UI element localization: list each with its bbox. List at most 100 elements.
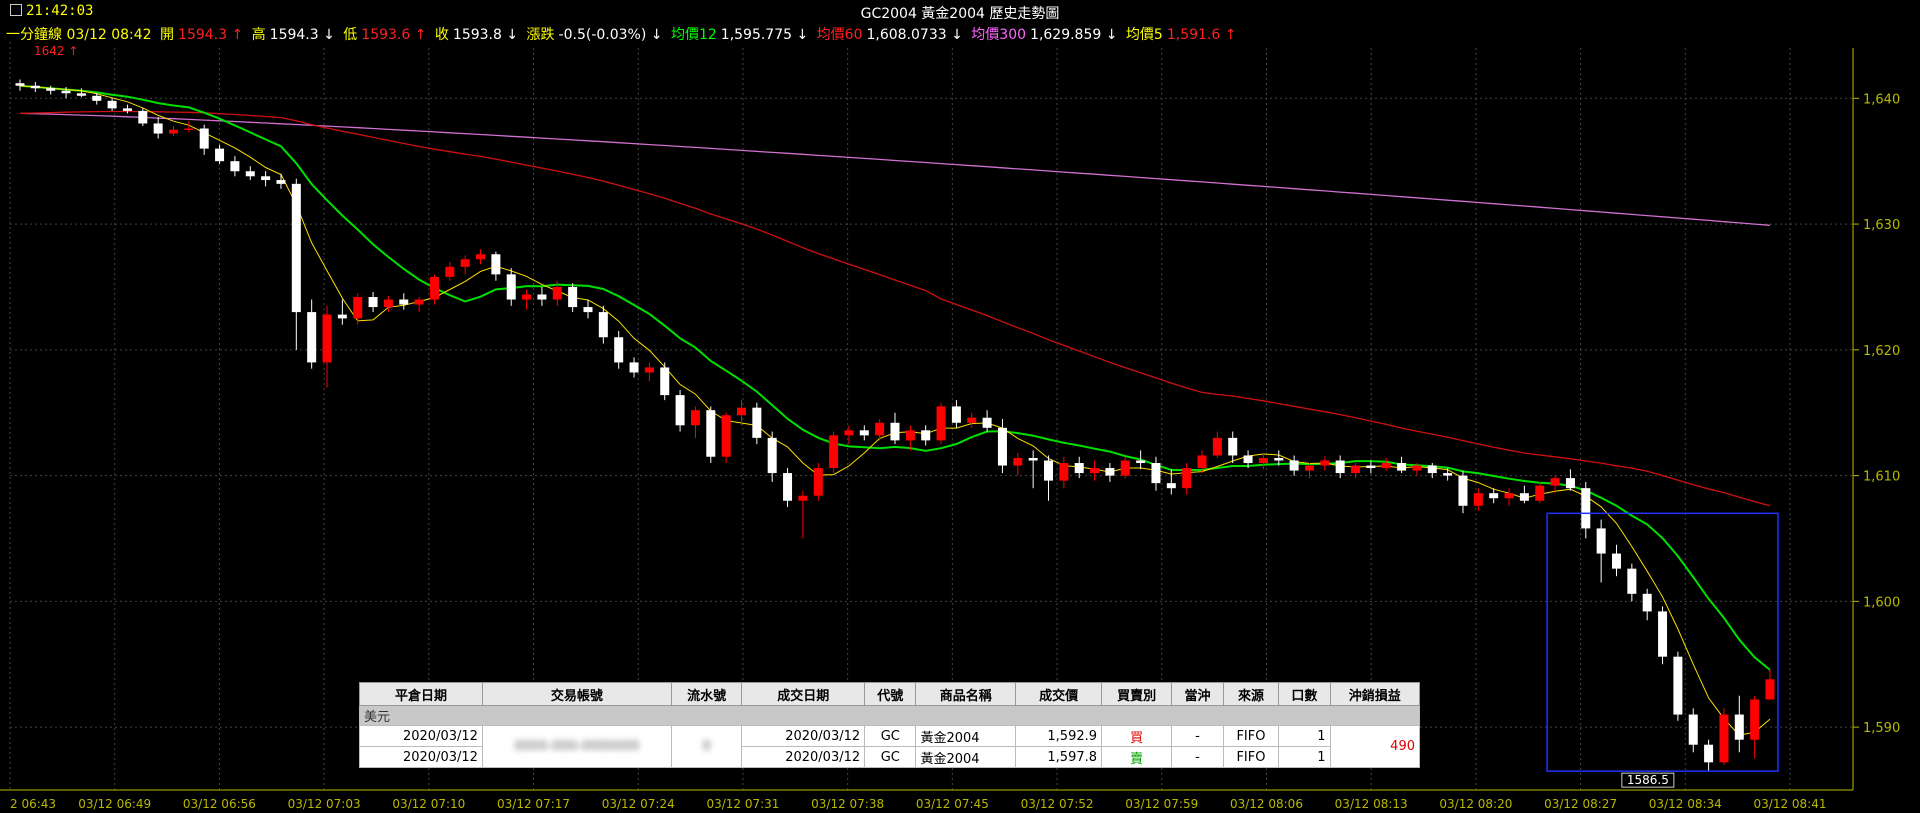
candle-body [1028, 457, 1038, 461]
high-label: 高 [251, 27, 266, 43]
candle-body [276, 180, 286, 184]
candle-body [1397, 463, 1407, 471]
col-account[interactable]: 交易帳號 [481, 682, 672, 706]
x-tick-label: 03/12 08:06 [1230, 797, 1303, 811]
max-price-label: 1642 ↑ [34, 44, 78, 58]
open-value: 1594.3 ↑ [178, 27, 244, 43]
table-header-row: 平倉日期 交易帳號 流水號 成交日期 代號 商品名稱 成交價 買賣別 當沖 來源… [359, 682, 1421, 706]
close-date-cell: 2020/03/12 [359, 725, 483, 747]
candle-body [92, 95, 102, 101]
candle-body [1182, 468, 1192, 489]
ma12-line [19, 84, 1771, 671]
daytrade-cell: - [1171, 746, 1224, 768]
candle-body [1719, 714, 1729, 763]
candle-body [936, 406, 946, 441]
account-cell: 0000-000-0000000 [481, 725, 672, 768]
candle-body [1228, 437, 1238, 456]
y-tick-label: 1,590 [1863, 721, 1900, 736]
candle-body [614, 337, 624, 363]
candle-body [1136, 460, 1146, 464]
ma5-value: 1,591.6 ↑ [1166, 27, 1237, 43]
candle-body [829, 435, 839, 469]
candle-body [245, 171, 255, 177]
candle-body [1166, 483, 1176, 489]
candle-body [153, 123, 163, 134]
side-cell: 買 [1101, 725, 1173, 747]
col-price[interactable]: 成交價 [1015, 682, 1103, 706]
candle-body [291, 183, 301, 313]
trade-date-cell: 2020/03/12 [741, 746, 866, 768]
x-tick-label: 03/12 08:20 [1439, 797, 1512, 811]
candle-body [15, 83, 25, 86]
col-source[interactable]: 來源 [1222, 682, 1280, 706]
col-side[interactable]: 買賣別 [1101, 682, 1173, 706]
candle-body [813, 468, 823, 496]
candle-body [583, 307, 593, 313]
candle-body [721, 415, 731, 457]
col-close-date[interactable]: 平倉日期 [359, 682, 483, 706]
qty-cell: 1 [1278, 725, 1331, 747]
candle-body [1366, 465, 1376, 469]
col-qty[interactable]: 口數 [1278, 682, 1331, 706]
price-cell: 1,592.9 [1015, 725, 1103, 747]
pnl-cell: 490 [1329, 725, 1421, 768]
serial-cell: 0 [670, 725, 743, 768]
candle-body [859, 430, 869, 436]
candle-body [1289, 460, 1299, 471]
candle-body [383, 299, 393, 308]
x-tick-label: 03/12 08:41 [1754, 797, 1827, 811]
candle-body [690, 410, 700, 426]
candle-body [522, 294, 532, 300]
candle-body [1320, 460, 1330, 466]
candle-body [476, 254, 486, 260]
daytrade-cell: - [1171, 725, 1224, 747]
candle-body [1013, 457, 1023, 466]
col-code[interactable]: 代號 [864, 682, 917, 706]
x-tick-label: 03/12 07:31 [706, 797, 779, 811]
min-price-label: 1586.5 [1627, 773, 1669, 787]
ma300-line [19, 112, 1771, 226]
candle-body [1258, 457, 1268, 464]
candle-body [798, 495, 808, 501]
serial-masked: 0 [702, 739, 711, 754]
close-value: 1593.8 ↓ [452, 27, 519, 43]
candle-body [184, 128, 194, 130]
candle-body [997, 427, 1007, 466]
candle-body [169, 129, 179, 134]
x-tick-label: 03/12 08:27 [1544, 797, 1617, 811]
col-trade-date[interactable]: 成交日期 [741, 682, 866, 706]
low-label: 低 [343, 27, 358, 43]
y-tick-label: 1,640 [1863, 92, 1900, 107]
change-label: 漲跌 [526, 27, 555, 43]
candle-body [506, 274, 516, 300]
candle-body [138, 110, 148, 124]
candle-body [552, 286, 562, 300]
x-tick-label: 03/12 07:24 [602, 797, 675, 811]
candle-body [1105, 468, 1115, 476]
col-serial[interactable]: 流水號 [670, 682, 743, 706]
x-tick-label: 03/12 08:13 [1335, 797, 1408, 811]
candle-body [967, 417, 977, 423]
candle-body [1090, 468, 1100, 474]
candle-body [322, 314, 332, 363]
candle-body [429, 276, 439, 300]
candle-body [1642, 593, 1652, 612]
col-pnl[interactable]: 沖銷損益 [1329, 682, 1421, 706]
col-name[interactable]: 商品名稱 [915, 682, 1017, 706]
candle-body [46, 88, 56, 91]
x-tick-label: 03/12 06:49 [78, 797, 151, 811]
title-bar: 21:42:03 GC2004 黃金2004 歷史走勢圖 [0, 0, 1920, 22]
source-cell: FIFO [1222, 725, 1280, 747]
info-bar: 一分鐘線 03/12 08:42 開 1594.3 ↑ 高 1594.3 ↓ 低 15… [6, 24, 1240, 44]
candle-body [921, 430, 931, 441]
candle-body [307, 312, 317, 363]
table-row[interactable]: 2020/03/12 0000-000-0000000 0 2020/03/12… [359, 725, 1421, 768]
candle-body [1243, 455, 1253, 464]
x-tick-label: 03/12 07:03 [288, 797, 361, 811]
y-tick-label: 1,600 [1863, 595, 1900, 610]
candle-body [460, 259, 470, 267]
currency-group-row[interactable]: 美元 [359, 705, 1420, 726]
period-label: 一分鐘線 03/12 08:42 [6, 27, 152, 43]
currency-group-label: 美元 [359, 705, 1420, 726]
col-daytrade[interactable]: 當沖 [1171, 682, 1224, 706]
